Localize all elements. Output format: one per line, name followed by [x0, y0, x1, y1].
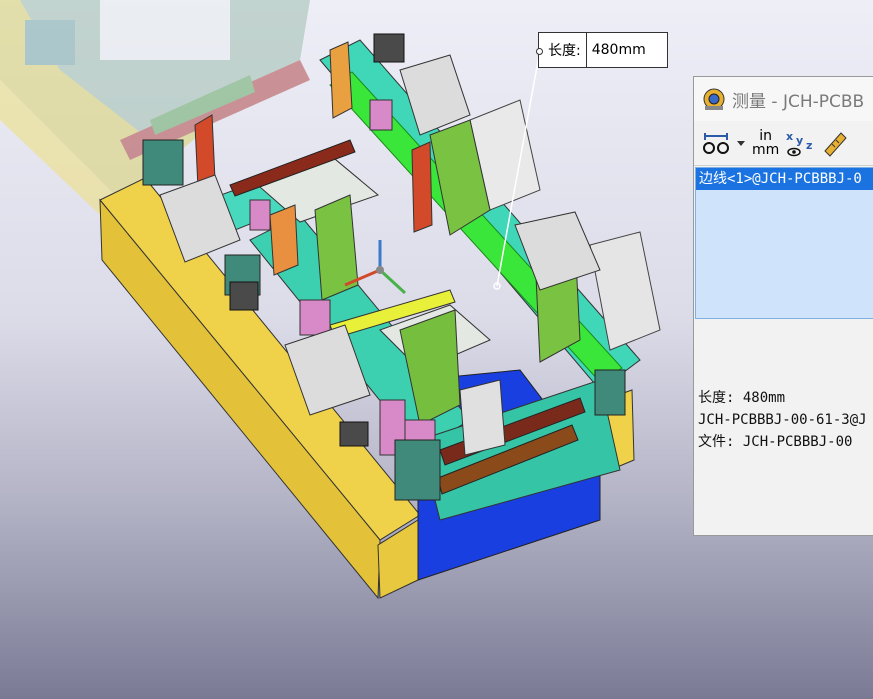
panel-title: 测量 - JCH-PCBB [732, 91, 865, 112]
callout-value: 480mm [591, 42, 646, 58]
svg-text:z: z [806, 139, 812, 152]
result-file: 文件: JCH-PCBBBJ-00 [698, 434, 853, 450]
selected-edge-item[interactable]: 边线<1>@JCH-PCBBBJ-0 [696, 168, 873, 190]
svg-text:y: y [796, 134, 803, 147]
point-to-point-icon [703, 133, 729, 154]
ruler-icon [824, 132, 847, 157]
length-callout: 长度: 480mm [536, 32, 668, 68]
callout-dot [536, 48, 543, 55]
xyz-eye-icon: x y z [786, 130, 813, 157]
svg-text:x: x [786, 130, 793, 143]
measure-history-button[interactable] [821, 125, 849, 161]
chevron-down-icon [737, 141, 745, 146]
selection-list[interactable]: 边线<1>@JCH-PCBBBJ-0 [695, 167, 873, 319]
panel-titlebar[interactable]: 测量 - JCH-PCBB [694, 77, 873, 121]
units-precision-button[interactable]: in mm [752, 125, 779, 161]
unit-top: in [759, 128, 773, 144]
unit-bottom: mm [752, 142, 780, 158]
result-length: 长度: 480mm [698, 390, 786, 406]
measure-tape-icon [703, 88, 725, 110]
dropdown-arrow[interactable] [736, 125, 746, 161]
measure-panel[interactable]: 测量 - JCH-PCBB in mm x y z 边线<1>@JCH-PCBB… [693, 76, 873, 536]
measure-toolbar: in mm x y z [694, 121, 873, 166]
show-xyz-button[interactable]: x y z [785, 125, 815, 161]
measure-results: 长度: 480mm JCH-PCBBBJ-00-61-3@J 文件: JCH-P… [698, 387, 867, 453]
callout-label: 长度: [539, 33, 587, 67]
arc-circle-options-button[interactable] [702, 125, 730, 161]
result-component: JCH-PCBBBJ-00-61-3@J [698, 412, 867, 428]
